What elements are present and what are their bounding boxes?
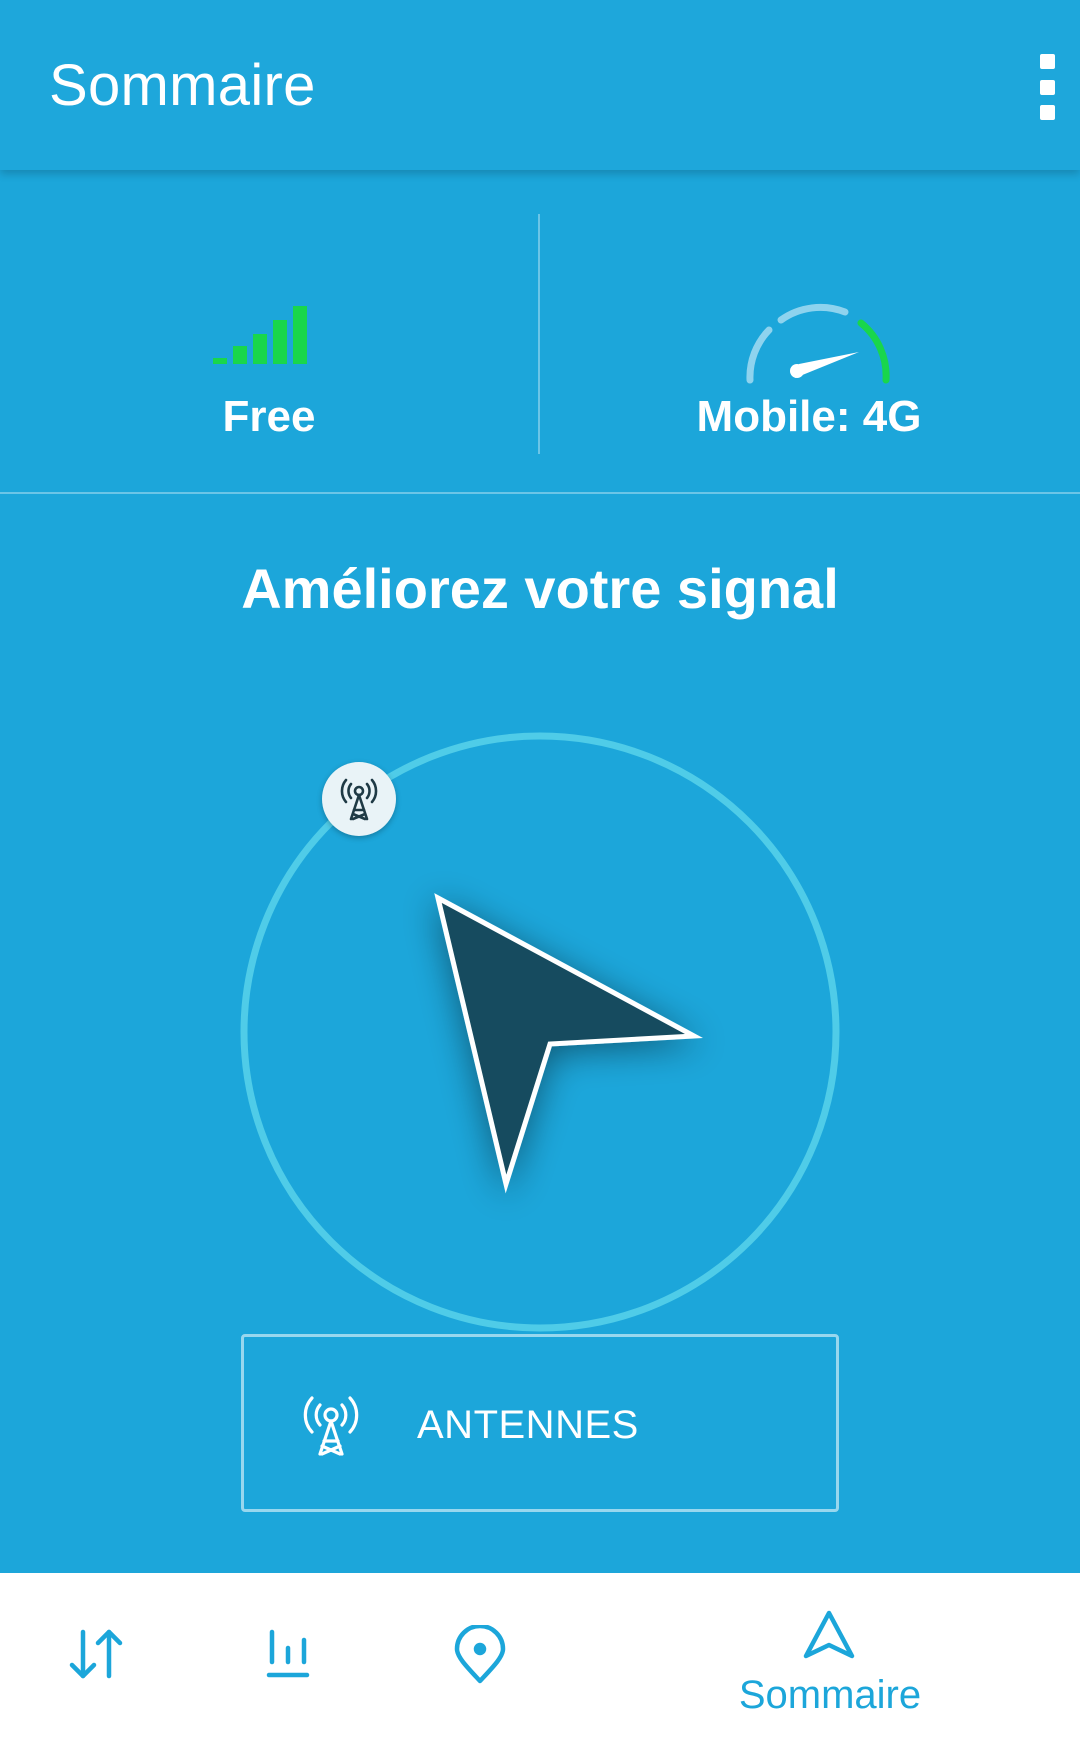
operator-label: Free <box>222 392 316 441</box>
menu-dot <box>1039 105 1055 120</box>
signal-bars-icon <box>213 306 307 364</box>
nav-sommaire-label: Sommaire <box>738 1673 922 1717</box>
navigation-arrow-icon <box>434 893 703 1194</box>
menu-dot <box>1039 54 1055 69</box>
improve-signal-heading: Améliorez votre signal <box>241 557 839 620</box>
nav-statistics[interactable] <box>230 1573 340 1739</box>
operator-status[interactable]: Free <box>0 170 538 492</box>
menu-dot <box>1039 79 1055 95</box>
cell-tower-marker[interactable] <box>322 762 396 836</box>
antennes-button[interactable]: ANTENNES <box>241 1334 839 1512</box>
transfer-arrows-icon <box>69 1629 123 1679</box>
section-divider <box>0 492 1080 494</box>
nav-map[interactable] <box>425 1573 535 1739</box>
antennes-label: ANTENNES <box>417 1403 639 1447</box>
cell-tower-icon <box>340 778 378 821</box>
more-vert-icon[interactable] <box>1032 54 1062 120</box>
map-pin-icon <box>454 1625 506 1684</box>
speed-gauge-icon <box>746 303 890 384</box>
cell-tower-icon <box>303 1396 359 1456</box>
navigation-outline-icon <box>803 1610 855 1659</box>
app-bar: Sommaire <box>0 0 1080 170</box>
nav-sommaire[interactable]: Sommaire <box>700 1573 960 1739</box>
bar-chart-icon <box>266 1629 310 1678</box>
app-screen: Sommaire Free Mobile: 4G Améliorez votre… <box>0 0 1080 1739</box>
network-status[interactable]: Mobile: 4G <box>540 170 1078 492</box>
nav-transfer[interactable] <box>40 1573 150 1739</box>
page-title: Sommaire <box>49 53 316 118</box>
network-label: Mobile: 4G <box>696 392 922 441</box>
status-panel: Free Mobile: 4G <box>0 170 1080 494</box>
bottom-navigation: Sommaire <box>0 1573 1080 1739</box>
